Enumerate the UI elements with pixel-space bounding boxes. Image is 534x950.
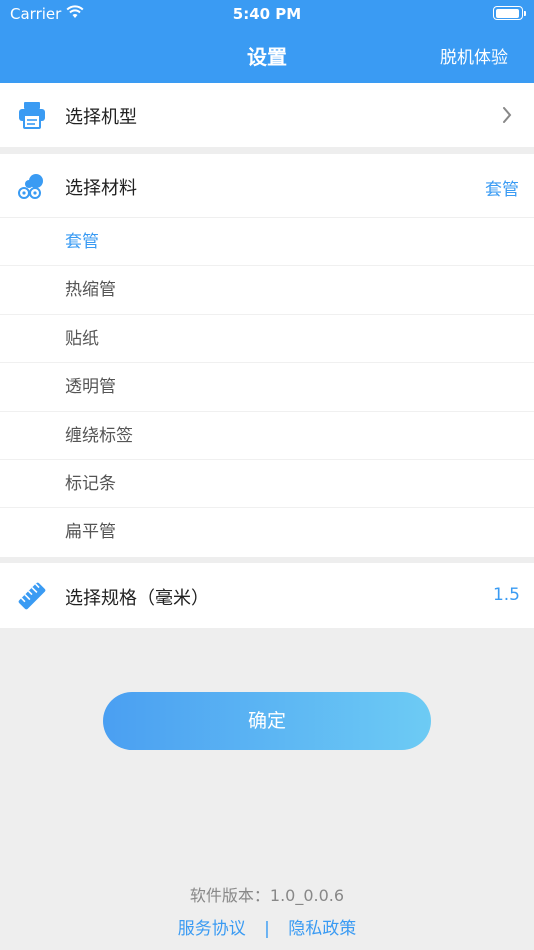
software-version: 软件版本：1.0_0.0.6 [189, 886, 345, 905]
ruler-icon [18, 582, 46, 610]
material-option-transparent-tube[interactable]: 透明管 [0, 363, 534, 412]
status-time: 5:40 PM [232, 5, 302, 23]
select-model-label: 选择机型 [65, 107, 137, 128]
service-agreement-link[interactable]: 服务协议 [178, 914, 246, 939]
selected-spec-value: 1.5 [492, 585, 520, 605]
material-rolls-icon [18, 174, 43, 199]
navigation-bar: 设置 脱机体验 [0, 28, 534, 83]
material-option-heat-shrink[interactable]: 热缩管 [0, 266, 534, 315]
footer-links: 服务协议 | 隐私政策 [0, 914, 534, 939]
material-option-sticker[interactable]: 贴纸 [0, 315, 534, 364]
footer-separator: | [264, 919, 270, 939]
material-options-list: 套管 热缩管 贴纸 透明管 缠绕标签 标记条 扁平管 [0, 218, 534, 557]
chevron-right-icon [503, 107, 512, 123]
printer-icon [19, 102, 45, 129]
select-spec-label: 选择规格（毫米） [65, 588, 209, 609]
select-material-row[interactable]: 选择材料 套管 [0, 154, 534, 218]
privacy-policy-link[interactable]: 隐私政策 [288, 914, 356, 939]
selected-material-value: 套管 [485, 180, 519, 200]
select-spec-row[interactable]: 选择规格（毫米） 1.5 [0, 563, 534, 628]
material-option-wrap-label[interactable]: 缠绕标签 [0, 412, 534, 460]
material-option-sleeve[interactable]: 套管 [0, 218, 534, 267]
battery-icon [493, 6, 526, 20]
confirm-button[interactable]: 确定 [103, 692, 431, 750]
select-model-row[interactable]: 选择机型 [0, 83, 534, 147]
select-material-label: 选择材料 [65, 178, 137, 199]
top-bar: Carrier 5:40 PM 设置 脱机体验 [0, 0, 534, 83]
material-option-flat-tube[interactable]: 扁平管 [0, 508, 534, 556]
status-bar: Carrier 5:40 PM [0, 0, 534, 28]
offline-experience-button[interactable]: 脱机体验 [440, 43, 508, 68]
material-option-marker-strip[interactable]: 标记条 [0, 460, 534, 509]
